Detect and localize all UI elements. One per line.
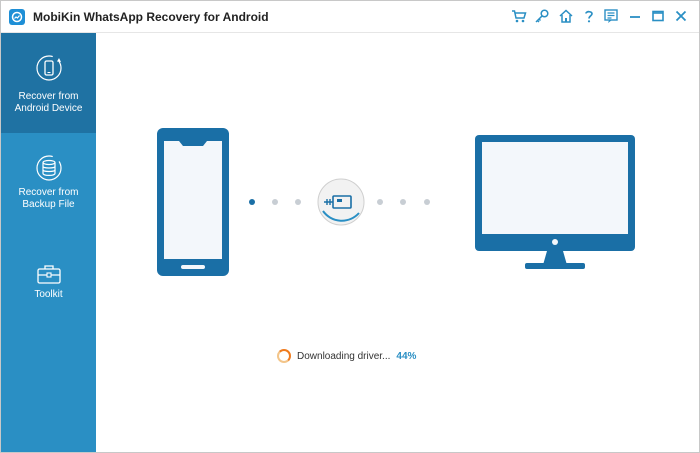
minimize-icon[interactable]	[627, 8, 643, 24]
sidebar-item-label: Recover from	[18, 91, 79, 102]
maximize-icon[interactable]	[650, 8, 666, 24]
progress-dot	[424, 199, 430, 205]
home-icon[interactable]	[558, 8, 574, 24]
app-window: MobiKin WhatsApp Recovery for Android Re…	[0, 0, 700, 453]
toolbox-icon	[36, 265, 61, 284]
loading-spinner-icon	[277, 349, 291, 363]
sidebar-item-recover-android[interactable]: Recover from Android Device	[1, 33, 96, 133]
key-icon[interactable]	[534, 8, 550, 24]
feedback-icon[interactable]	[603, 8, 619, 24]
status-line: Downloading driver... 44%	[277, 349, 416, 363]
close-icon[interactable]	[673, 8, 689, 24]
usb-icon	[317, 178, 365, 226]
progress-dot	[377, 199, 383, 205]
sidebar-item-label: Toolkit	[34, 289, 63, 300]
sidebar-item-recover-backup[interactable]: Recover from Backup File	[1, 153, 96, 223]
progress-dot	[272, 199, 278, 205]
progress-dot	[400, 199, 406, 205]
main-content: Downloading driver... 44%	[97, 33, 699, 452]
app-logo-icon	[9, 9, 25, 25]
app-title: MobiKin WhatsApp Recovery for Android	[33, 10, 269, 24]
connection-diagram	[157, 128, 635, 276]
sidebar-item-toolkit[interactable]: Toolkit	[1, 263, 96, 313]
monitor-icon	[475, 135, 635, 269]
status-text: Downloading driver...	[297, 350, 391, 362]
phone-icon	[157, 128, 229, 276]
sidebar-item-label: Android Device	[14, 103, 83, 114]
sidebar-item-label: Recover from	[18, 187, 79, 198]
help-icon[interactable]	[581, 8, 597, 24]
database-icon	[35, 155, 62, 181]
title-bar: MobiKin WhatsApp Recovery for Android	[1, 1, 699, 33]
progress-dot	[295, 199, 301, 205]
progress-dot	[249, 199, 255, 205]
cart-icon[interactable]	[511, 8, 527, 24]
phone-refresh-icon	[35, 55, 62, 81]
sidebar: Recover from Android Device Recover from…	[1, 33, 96, 452]
sidebar-item-label: Backup File	[22, 199, 75, 210]
status-percent: 44%	[396, 350, 417, 362]
